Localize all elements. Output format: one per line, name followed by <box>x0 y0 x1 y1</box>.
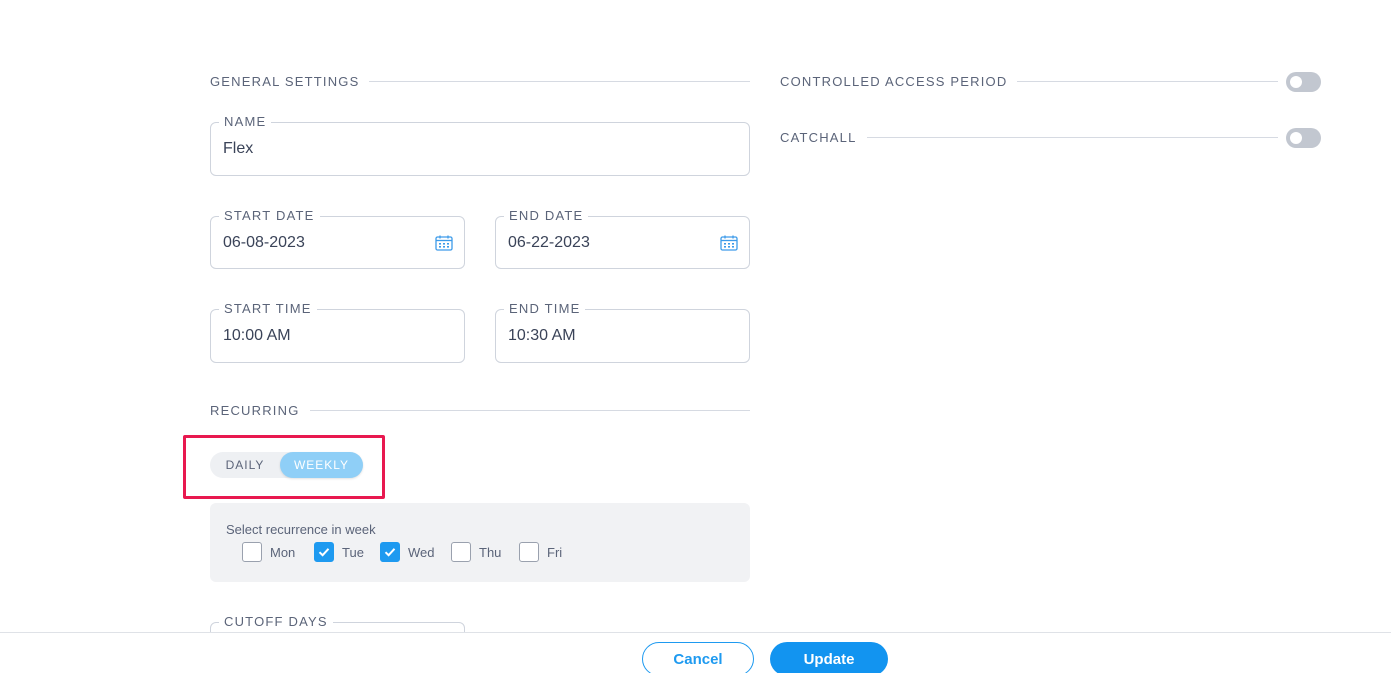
checkbox[interactable] <box>380 542 400 562</box>
day-label: Thu <box>479 544 502 560</box>
start-time-value[interactable]: 10:00 AM <box>223 310 291 362</box>
divider <box>309 409 750 411</box>
calendar-icon[interactable] <box>720 235 738 251</box>
name-field[interactable]: NAME Flex <box>210 114 750 176</box>
start-date-field[interactable]: START DATE 06-08-2023 <box>210 208 465 269</box>
controlled-access-label: CONTROLLED ACCESS PERIOD <box>780 73 1008 89</box>
end-date-field[interactable]: END DATE 06-22-2023 <box>495 208 750 269</box>
recurring-title: RECURRING <box>210 402 300 418</box>
day-label: Fri <box>547 544 563 560</box>
checkbox[interactable] <box>451 542 471 562</box>
recurrence-panel-title: Select recurrence in week <box>226 522 376 537</box>
day-wed[interactable]: Wed <box>380 542 435 562</box>
start-time-field[interactable]: START TIME 10:00 AM <box>210 301 465 363</box>
divider <box>1017 80 1278 82</box>
weekly-option[interactable]: WEEKLY <box>280 452 363 478</box>
name-value[interactable]: Flex <box>223 123 253 175</box>
catchall-header: CATCHALL <box>780 129 1278 145</box>
check-icon <box>384 548 396 557</box>
day-label: Mon <box>270 544 296 560</box>
divider <box>369 80 750 82</box>
calendar-icon[interactable] <box>435 235 453 251</box>
recurrence-type-switch[interactable]: DAILY WEEKLY <box>210 452 363 478</box>
day-tue[interactable]: Tue <box>314 542 364 562</box>
day-label: Wed <box>408 544 435 560</box>
checkbox[interactable] <box>242 542 262 562</box>
catchall-toggle[interactable] <box>1286 128 1321 148</box>
check-icon <box>318 548 330 557</box>
divider <box>866 136 1278 138</box>
end-time-field[interactable]: END TIME 10:30 AM <box>495 301 750 363</box>
checkbox[interactable] <box>519 542 539 562</box>
cutoff-days-label: CUTOFF DAYS <box>219 614 333 630</box>
footer-bar: Cancel Update <box>0 632 1391 673</box>
checkbox[interactable] <box>314 542 334 562</box>
day-mon[interactable]: Mon <box>242 542 295 562</box>
day-thu[interactable]: Thu <box>451 542 501 562</box>
end-date-value[interactable]: 06-22-2023 <box>508 217 590 268</box>
general-settings-title: GENERAL SETTINGS <box>210 73 360 89</box>
weekly-recurrence-panel: Select recurrence in week Mon Tue Wed Th… <box>210 503 750 582</box>
day-label: Tue <box>342 544 364 560</box>
toggle-knob <box>1290 76 1302 88</box>
controlled-access-header: CONTROLLED ACCESS PERIOD <box>780 73 1278 89</box>
cancel-button[interactable]: Cancel <box>642 642 754 673</box>
update-button[interactable]: Update <box>770 642 888 673</box>
controlled-access-toggle[interactable] <box>1286 72 1321 92</box>
catchall-label: CATCHALL <box>780 129 857 145</box>
day-fri[interactable]: Fri <box>519 542 562 562</box>
general-settings-header: GENERAL SETTINGS <box>210 73 750 89</box>
toggle-knob <box>1290 132 1302 144</box>
start-date-value[interactable]: 06-08-2023 <box>223 217 305 268</box>
end-time-value[interactable]: 10:30 AM <box>508 310 576 362</box>
daily-option[interactable]: DAILY <box>210 452 280 478</box>
recurring-header: RECURRING <box>210 402 750 418</box>
